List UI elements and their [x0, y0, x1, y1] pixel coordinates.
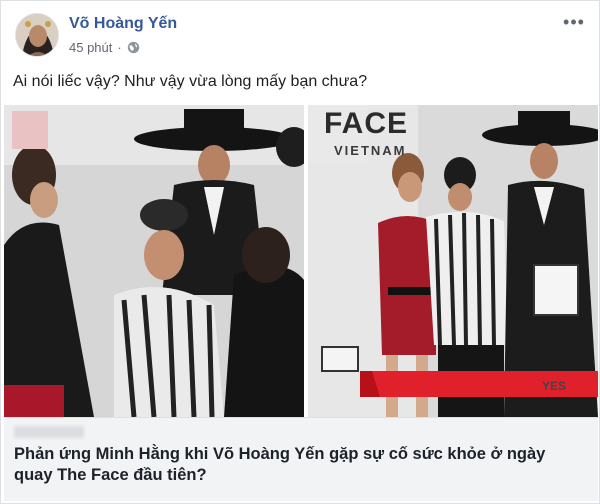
globe-icon[interactable] — [127, 41, 140, 54]
sticker-overlay — [12, 111, 48, 149]
post-timestamp[interactable]: 45 phút — [69, 40, 112, 55]
photo-left-panel — [4, 105, 312, 417]
post-photo[interactable]: FACE VIETNAM YES — [4, 105, 598, 417]
yes-card-text: YES — [542, 379, 567, 393]
author-name-link[interactable]: Võ Hoàng Yến — [69, 15, 177, 33]
show-logo-text: FACE — [324, 107, 409, 140]
show-logo-subtext: VIETNAM — [334, 143, 407, 158]
meta-separator: · — [117, 40, 122, 55]
link-preview-title[interactable]: Phản ứng Minh Hằng khi Võ Hoàng Yến gặp … — [14, 444, 574, 486]
link-preview[interactable]: Phản ứng Minh Hằng khi Võ Hoàng Yến gặp … — [4, 417, 598, 501]
post-meta: 45 phút · — [69, 40, 140, 55]
link-domain-redacted — [14, 426, 84, 438]
post-text: Ai nói liếc vậy? Như vậy vừa lòng mấy bạ… — [13, 73, 368, 90]
facebook-post-card: Võ Hoàng Yến 45 phút · ••• Ai nói liếc v… — [0, 0, 600, 504]
avatar-image — [16, 14, 58, 56]
more-options-icon[interactable]: ••• — [561, 13, 587, 35]
avatar[interactable] — [15, 13, 59, 57]
left-photo-scene — [4, 105, 312, 417]
post-header: Võ Hoàng Yến 45 phút · ••• — [11, 9, 591, 61]
